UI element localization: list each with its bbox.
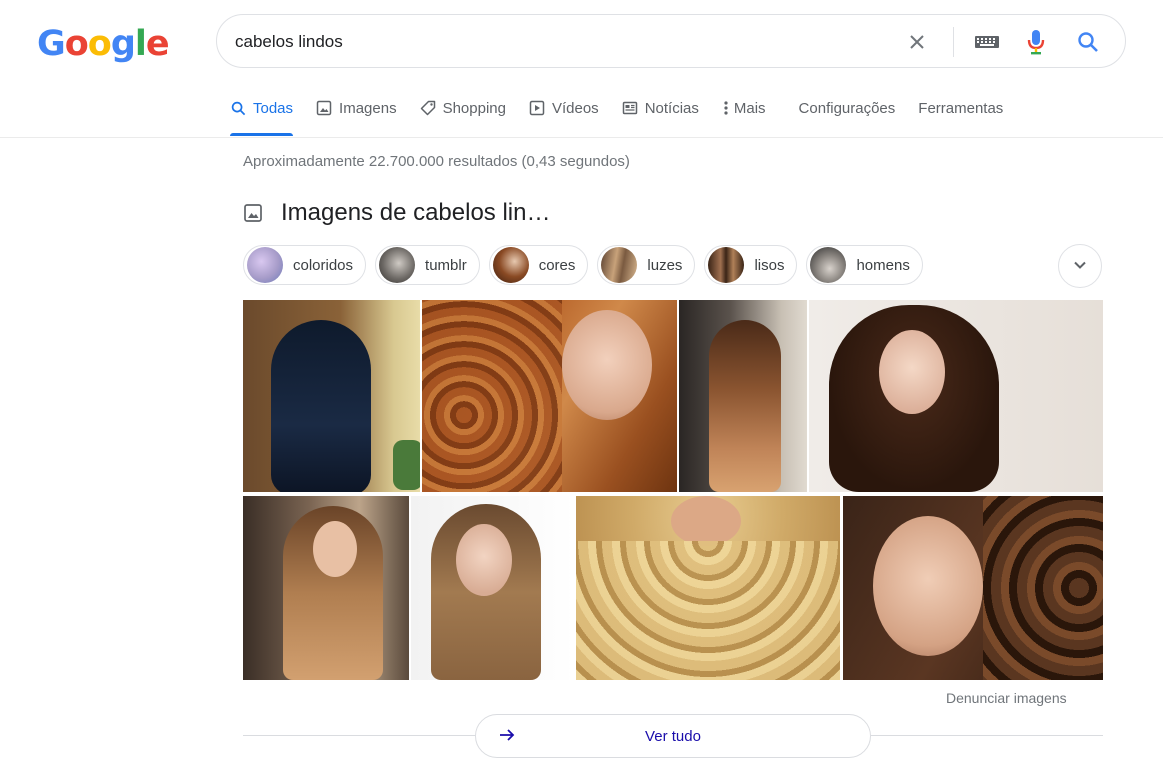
search-divider [953, 27, 954, 57]
tab-label: Ferramentas [918, 100, 1004, 117]
logo-letter: l [134, 24, 147, 64]
logo-letter: G [37, 24, 66, 64]
chip-thumbnail [247, 247, 283, 283]
search-box [216, 14, 1126, 68]
tab-label: Vídeos [551, 100, 599, 117]
report-images-link[interactable]: Denunciar imagens [946, 690, 1067, 706]
chip-label: luzes [647, 256, 683, 274]
logo-letter: o [87, 24, 112, 64]
tag-icon [420, 100, 436, 116]
divider-left [243, 735, 475, 736]
more-vertical-icon [722, 100, 730, 116]
chip-coloridos[interactable]: coloridos [243, 245, 367, 285]
search-icon[interactable] [1077, 30, 1099, 54]
image-grid [243, 300, 1103, 680]
image-result[interactable] [679, 300, 807, 492]
play-icon [529, 100, 545, 116]
image-result[interactable] [243, 496, 409, 680]
image-icon [243, 203, 263, 223]
image-icon [316, 100, 332, 116]
chip-thumbnail [708, 247, 745, 283]
images-heading[interactable]: Imagens de cabelos lin… [243, 199, 550, 227]
tab-imagens[interactable]: Imagens [316, 100, 397, 136]
chip-label: tumblr [425, 256, 467, 274]
tab-configuracoes[interactable]: Configurações [799, 100, 896, 136]
tab-label: Mais [733, 100, 766, 117]
tab-shopping[interactable]: Shopping [420, 100, 506, 136]
refinement-chips: coloridos tumblr cores luzes lisos homen… [243, 245, 932, 285]
chip-label: cores [538, 256, 576, 274]
image-result[interactable] [422, 300, 677, 492]
chip-cores[interactable]: cores [488, 245, 589, 285]
image-result[interactable] [243, 300, 420, 492]
search-tabs: Todas Imagens Shopping Vídeos Notícias M… [230, 100, 1026, 136]
search-icon [230, 100, 246, 116]
images-heading-text: Imagens de cabelos lin… [281, 199, 551, 226]
chip-lisos[interactable]: lisos [704, 245, 798, 285]
chip-label: coloridos [293, 256, 354, 274]
tabs-divider [0, 137, 1163, 138]
close-icon[interactable] [907, 30, 927, 54]
tab-mais[interactable]: Mais [722, 100, 766, 136]
chevron-down-icon [1073, 257, 1087, 275]
tab-label: Configurações [798, 100, 896, 117]
chip-thumbnail [810, 247, 847, 283]
image-result[interactable] [411, 496, 574, 680]
keyboard-icon[interactable] [974, 30, 1000, 54]
chip-thumbnail [379, 247, 416, 283]
google-logo[interactable]: Google [37, 24, 170, 64]
tab-ferramentas[interactable]: Ferramentas [918, 100, 1003, 136]
see-all-button[interactable]: Ver tudo [475, 714, 871, 758]
image-result[interactable] [843, 496, 1103, 680]
chip-thumbnail [601, 247, 638, 283]
tab-label: Notícias [644, 100, 699, 117]
tab-label: Imagens [339, 100, 397, 117]
divider-right [871, 735, 1103, 736]
tab-videos[interactable]: Vídeos [529, 100, 599, 136]
logo-letter: e [145, 24, 170, 64]
expand-chips-button[interactable] [1058, 244, 1102, 288]
tab-label: Todas [253, 100, 294, 117]
logo-letter: o [64, 24, 89, 64]
news-icon [622, 100, 638, 116]
tab-todas[interactable]: Todas [230, 100, 294, 136]
chip-label: homens [856, 256, 910, 274]
result-stats: Aproximadamente 22.700.000 resultados (0… [243, 153, 630, 170]
chip-tumblr[interactable]: tumblr [375, 245, 480, 285]
microphone-icon[interactable] [1027, 30, 1045, 55]
chip-label: lisos [754, 256, 785, 274]
search-input[interactable] [233, 29, 877, 55]
chip-thumbnail [492, 247, 529, 283]
image-result[interactable] [576, 496, 840, 680]
chip-homens[interactable]: homens [806, 245, 923, 285]
tab-label: Shopping [442, 100, 506, 117]
tab-noticias[interactable]: Notícias [622, 100, 699, 136]
image-result[interactable] [809, 300, 1103, 492]
chip-luzes[interactable]: luzes [597, 245, 696, 285]
see-all-label: Ver tudo [645, 728, 701, 745]
logo-letter: g [110, 24, 136, 64]
